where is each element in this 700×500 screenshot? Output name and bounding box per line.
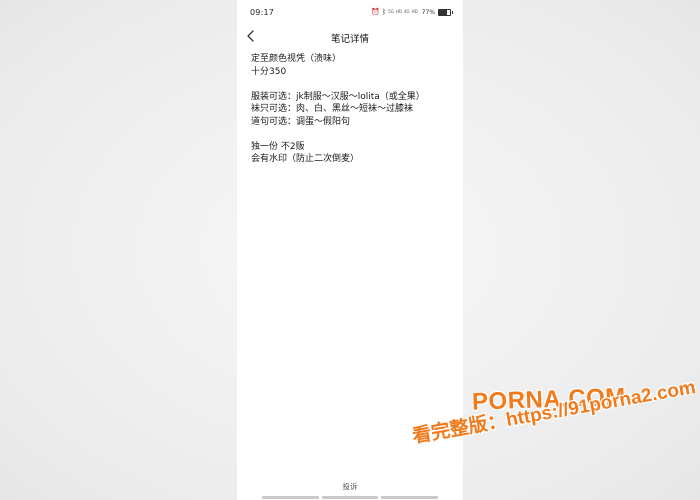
note-line: 袜只可选：肉、白、黑丝～短袜～过膝袜	[251, 104, 414, 114]
note-line: 道句可选：调蛋～假阳句	[251, 116, 351, 127]
note-line: 服装可选：jk制服～汉服～lolita（或全果）	[251, 91, 425, 102]
network-label-3: 4G	[403, 9, 410, 14]
note-body: 定至颜色视凭（渍味） 十分350 服装可选：jk制服～汉服～lolita（或全果…	[251, 53, 456, 166]
watermark-url: 看完整版：https://91porna2.com	[410, 377, 698, 448]
status-time: 09:17	[250, 8, 275, 17]
battery-icon	[438, 8, 453, 16]
status-indicators: ⏰ ᛒ 5G HD 4G HD 77%	[371, 8, 453, 16]
battery-percent: 77%	[421, 8, 435, 16]
battery-level	[439, 9, 448, 15]
network-label-1: 5G	[388, 9, 394, 14]
note-line: 会有水印（防止二次倒麦）	[251, 154, 360, 164]
note-line: 定至颜色视凭（渍味）	[251, 54, 342, 64]
note-line: 十分350	[251, 66, 287, 77]
bottom-segment	[321, 496, 379, 499]
bottom-segment	[262, 496, 319, 499]
alarm-icon: ⏰	[371, 8, 380, 16]
page-title: 笔记详情	[330, 34, 369, 45]
note-blank-line	[251, 128, 456, 141]
screenshot-canvas: 09:17 ⏰ ᛒ 5G HD 4G HD 77% 笔记详情 定至颜色视凭（渍味…	[0, 0, 700, 500]
network-label-4: HD	[411, 9, 418, 14]
note-line: 独一份 不2贩	[251, 141, 305, 152]
network-label-2: HD	[395, 9, 402, 14]
bluetooth-icon: ᛒ	[381, 8, 387, 16]
note-blank-line	[251, 78, 456, 91]
watermark-overlay: PORNA.COM 看完整版：https://91porna2.com	[410, 377, 700, 500]
status-bar: 09:17 ⏰ ᛒ 5G HD 4G HD 77%	[237, 0, 463, 26]
header-bar: 笔记详情	[237, 26, 463, 48]
